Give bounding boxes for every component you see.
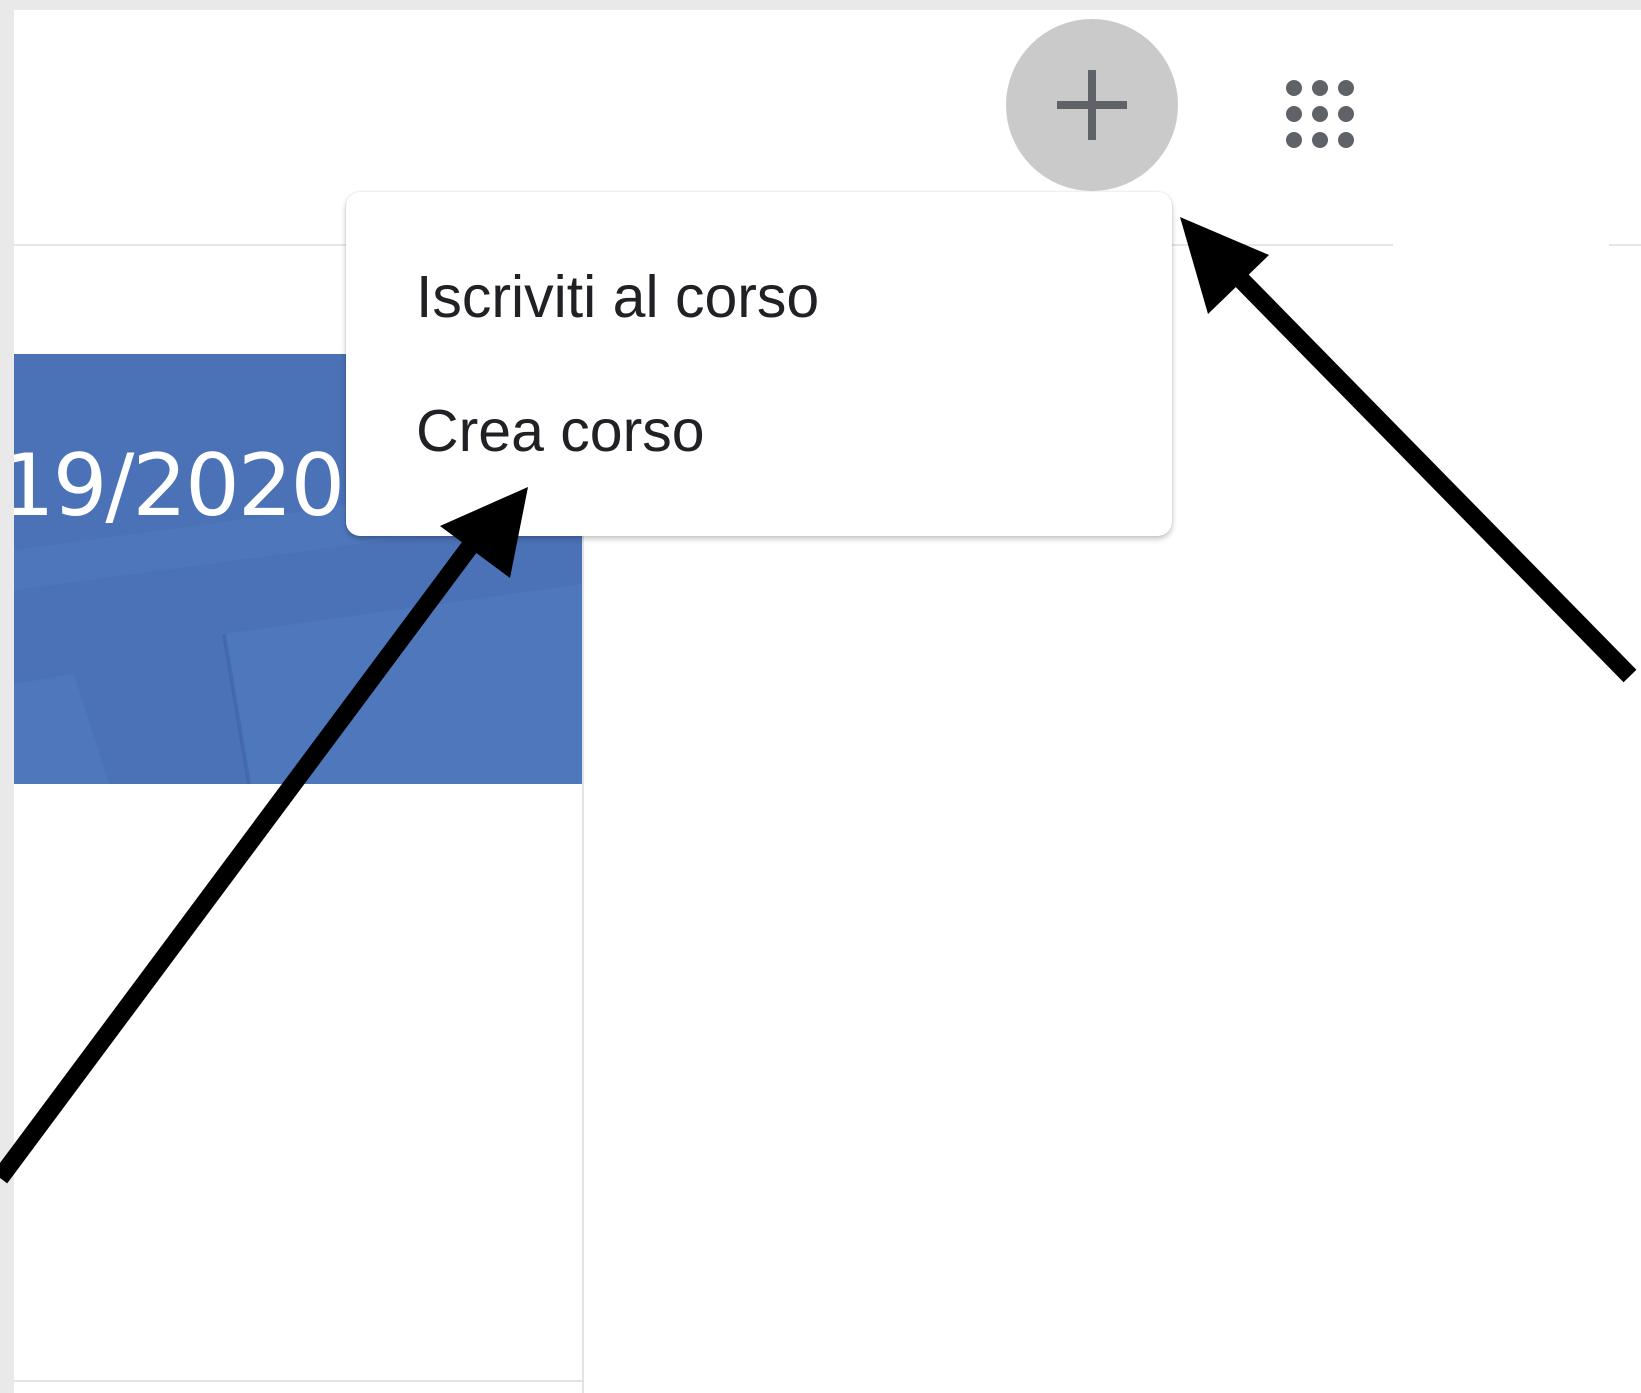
create-join-menu: Iscriviti al corso Crea corso bbox=[346, 192, 1172, 536]
card-divider bbox=[14, 1380, 584, 1382]
menu-item-create-course[interactable]: Crea corso bbox=[346, 362, 1172, 500]
header-divider-gap bbox=[1393, 242, 1609, 248]
course-title[interactable]: 19/2020 bbox=[14, 426, 345, 546]
plus-icon bbox=[1057, 70, 1127, 140]
add-course-button[interactable] bbox=[1006, 19, 1178, 191]
menu-item-join-course[interactable]: Iscriviti al corso bbox=[346, 228, 1172, 366]
google-apps-button[interactable] bbox=[1274, 68, 1366, 160]
classroom-page: 19/2020 Iscriviti al corso Crea corso bbox=[14, 10, 1641, 1393]
apps-grid-icon bbox=[1286, 80, 1354, 148]
